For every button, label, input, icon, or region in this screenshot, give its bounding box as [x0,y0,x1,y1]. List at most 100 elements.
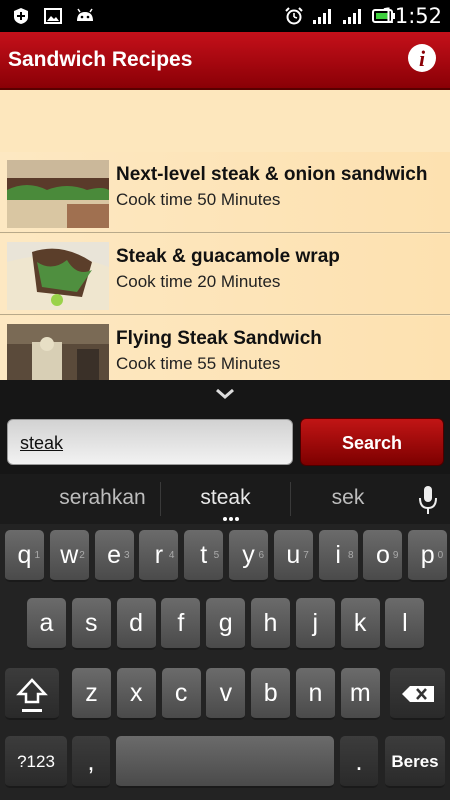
key-a[interactable]: a [27,598,66,650]
key-hint: 1 [34,550,40,561]
key-f[interactable]: f [161,598,201,650]
info-icon[interactable]: i [408,44,436,72]
key-u[interactable]: u7 [273,530,313,582]
recipe-thumbnail [7,160,109,228]
suggestion-divider [290,482,291,516]
key-x[interactable]: x [116,668,156,720]
suggestion-1[interactable]: serahkan [45,486,160,510]
key-label: f [177,609,185,637]
key-w[interactable]: w2 [49,530,89,582]
backspace-icon [402,686,434,702]
key-label: m [349,679,371,707]
key-label: t [200,541,208,569]
shift-key[interactable] [5,668,59,720]
key-k[interactable]: k [340,598,380,650]
key-g[interactable]: g [206,598,246,650]
search-button[interactable]: Search [300,418,444,466]
key-label: a [39,609,54,637]
recipe-thumbnail [7,324,109,380]
add-notification-icon [14,8,28,24]
key-label: d [129,609,144,637]
key-label: b [263,679,278,707]
recipe-item[interactable]: Steak & guacamole wrap Cook time 20 Minu… [0,234,450,315]
key-q[interactable]: q1 [5,530,44,582]
period-key[interactable]: . [340,736,378,788]
key-label: w [60,541,79,569]
key-label: x [130,679,143,707]
key-j[interactable]: j [295,598,335,650]
key-label: z [85,679,98,707]
key-hint: 4 [168,550,175,561]
key-c[interactable]: c [161,668,201,720]
recipe-thumbnail [7,242,109,310]
clock: 11:52 [381,4,442,28]
image-notification-icon [44,8,62,24]
key-hint: 9 [392,550,399,561]
signal-icon-2 [343,9,361,24]
search-input[interactable]: steak [7,419,293,465]
recipe-title: Steak & guacamole wrap [116,246,340,267]
recipe-cook-time: Cook time 20 Minutes [116,272,281,291]
key-label: y [242,541,255,569]
more-suggestions-icon[interactable] [222,516,240,522]
key-label: v [219,679,233,707]
search-panel: steak Search [0,380,450,474]
suggestion-strip: serahkan steak sek [0,474,450,524]
key-b[interactable]: b [251,668,291,720]
recipe-list: Next-level steak & onion sandwich Cook t… [0,90,450,380]
key-label: e [107,541,122,569]
key-hint: 8 [348,550,354,561]
key-hint: 7 [303,550,309,561]
key-label: k [353,609,367,637]
recipe-title: Flying Steak Sandwich [116,328,322,349]
key-z[interactable]: z [72,668,111,720]
key-l[interactable]: l [385,598,425,650]
space-key[interactable] [116,736,334,788]
key-hint: 5 [213,550,220,561]
key-label: j [312,609,319,637]
key-label: n [308,679,323,707]
key-h[interactable]: h [251,598,290,650]
recipe-item[interactable]: Flying Steak Sandwich Cook time 55 Minut… [0,316,450,380]
recipe-cook-time: Cook time 50 Minutes [116,190,281,209]
key-hint: 0 [437,550,444,561]
recipe-item[interactable]: Next-level steak & onion sandwich Cook t… [0,152,450,233]
suggestion-3[interactable]: sek [298,486,398,510]
search-input-value: steak [20,433,64,453]
comma-key[interactable]: , [72,736,110,788]
suggestion-2[interactable]: steak [168,486,283,510]
key-t[interactable]: t5 [184,530,224,582]
key-label: s [85,609,98,637]
key-label: c [174,679,188,707]
key-m[interactable]: m [340,668,380,720]
alarm-icon [285,7,303,25]
signal-icon-1 [313,9,331,24]
key-y[interactable]: y6 [229,530,268,582]
key-label: u [286,541,301,569]
key-d[interactable]: d [116,598,156,650]
key-label: p [420,541,435,569]
suggestion-divider [160,482,161,516]
key-label: i [335,541,341,569]
recipe-cook-time: Cook time 55 Minutes [116,354,281,373]
key-s[interactable]: s [71,598,111,650]
key-p[interactable]: p0 [408,530,448,582]
enter-key[interactable]: Beres [385,736,445,788]
action-bar: Sandwich Recipes i [0,32,450,90]
key-r[interactable]: r4 [139,530,179,582]
soft-keyboard: serahkan steak sek ?123 , . Beres q1w2e3… [0,474,450,800]
key-hint: 3 [124,550,130,561]
key-i[interactable]: i8 [318,530,358,582]
key-hint: 2 [79,550,85,561]
key-label: o [375,541,390,569]
key-label: g [218,609,233,637]
key-n[interactable]: n [296,668,335,720]
backspace-key[interactable] [390,668,445,720]
key-hint: 6 [258,550,264,561]
key-e[interactable]: e3 [94,530,134,582]
chevron-down-icon[interactable] [215,386,235,402]
microphone-icon[interactable] [418,484,438,516]
key-v[interactable]: v [206,668,246,720]
key-o[interactable]: o9 [363,530,403,582]
symbols-key[interactable]: ?123 [5,736,67,788]
